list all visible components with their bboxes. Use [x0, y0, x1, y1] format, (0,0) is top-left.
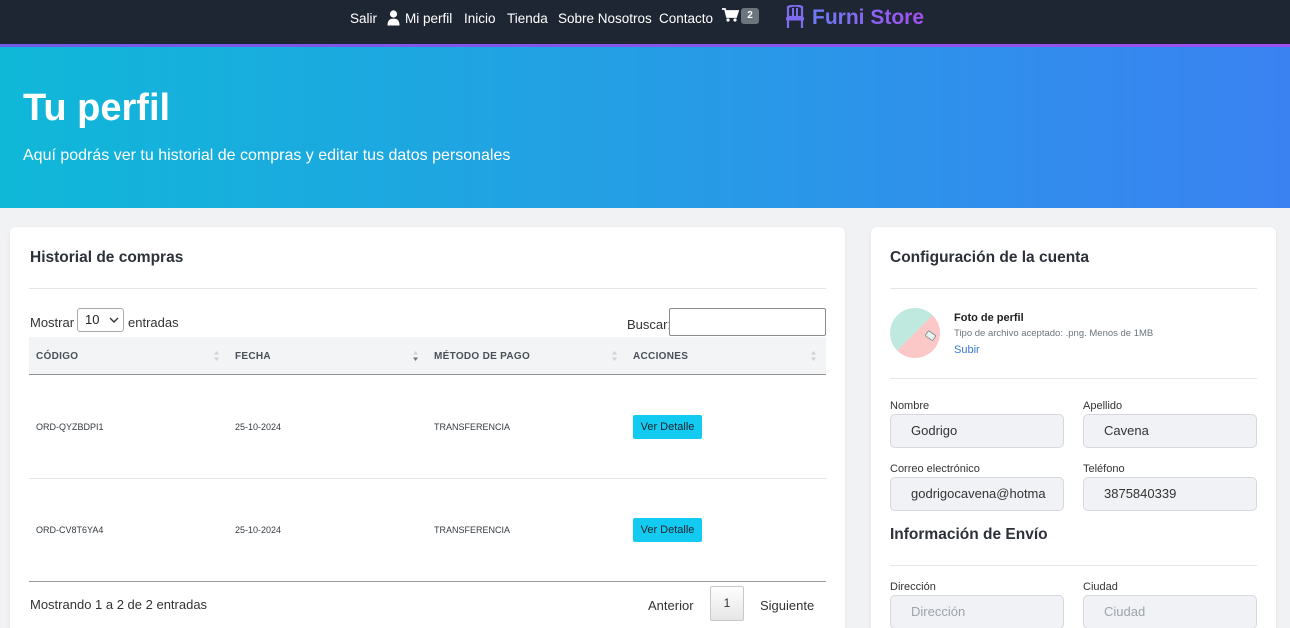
card-divider	[29, 288, 826, 289]
sort-desc-icon[interactable]	[412, 349, 419, 363]
sort-icon[interactable]	[810, 349, 817, 363]
order-date: 25-10-2024	[235, 525, 282, 535]
column-header-actions[interactable]: ACCIONES	[633, 351, 688, 362]
cart-count-badge: 2	[741, 8, 759, 24]
page-size-select[interactable]: 10	[77, 308, 124, 332]
section-divider	[890, 378, 1257, 379]
sort-icon[interactable]	[213, 349, 220, 363]
search-label: Buscar:	[627, 317, 672, 332]
address-label: Dirección	[890, 581, 936, 593]
payment-method: TRANSFERENCIA	[434, 525, 511, 535]
profile-photo-title: Foto de perfil	[954, 312, 1024, 324]
user-icon	[387, 10, 400, 26]
shipping-info-title: Información de Envío	[890, 526, 1048, 543]
profile-photo-hint: Tipo de archivo aceptado: .png. Menos de…	[954, 328, 1154, 339]
search-input[interactable]	[669, 308, 826, 336]
previous-page-button[interactable]: Anterior	[648, 598, 694, 613]
table-row: ORD-QYZBDPI1 25-10-2024 TRANSFERENCIA Ve…	[29, 376, 826, 479]
chair-icon	[786, 5, 804, 28]
nav-home-link[interactable]: Inicio	[464, 11, 496, 26]
page-1-button[interactable]: 1	[710, 586, 744, 621]
email-field[interactable]: godrigocavena@hotma	[890, 477, 1064, 511]
last-name-field[interactable]: Cavena	[1083, 414, 1257, 448]
city-label: Ciudad	[1083, 581, 1118, 593]
section-divider	[890, 565, 1257, 566]
upload-photo-link[interactable]: Subir	[954, 344, 980, 356]
first-name-field[interactable]: Godrigo	[890, 414, 1064, 448]
brand-name[interactable]: Furni Store	[812, 6, 924, 30]
order-code: ORD-CV8T6YA4	[36, 525, 104, 535]
last-name-label: Apellido	[1083, 400, 1123, 412]
phone-field[interactable]: 3875840339	[1083, 477, 1257, 511]
view-detail-button[interactable]: Ver Detalle	[633, 415, 702, 439]
account-settings-title: Configuración de la cuenta	[890, 249, 1089, 266]
payment-method: TRANSFERENCIA	[434, 422, 511, 432]
column-header-code[interactable]: CÓDIGO	[36, 351, 78, 362]
view-detail-button[interactable]: Ver Detalle	[633, 518, 702, 542]
sort-icon[interactable]	[611, 349, 618, 363]
cart-icon[interactable]	[722, 8, 739, 22]
nav-profile-link[interactable]: Mi perfil	[405, 11, 452, 26]
show-entries-label: Mostrar	[30, 315, 75, 330]
nav-shop-link[interactable]: Tienda	[507, 11, 548, 26]
page-title: Tu perfil	[23, 87, 171, 129]
order-code: ORD-QYZBDPI1	[36, 422, 104, 432]
purchase-history-card: Historial de compras Mostrar 10 entradas…	[10, 227, 845, 628]
column-header-date[interactable]: FECHA	[235, 351, 271, 362]
order-date: 25-10-2024	[235, 422, 282, 432]
table-row: ORD-CV8T6YA4 25-10-2024 TRANSFERENCIA Ve…	[29, 479, 826, 582]
nav-logout-link[interactable]: Salir	[350, 11, 377, 26]
image-placeholder-icon	[925, 330, 937, 341]
email-label: Correo electrónico	[890, 463, 980, 475]
address-field[interactable]: Dirección	[890, 595, 1064, 628]
table-info: Mostrando 1 a 2 de 2 entradas	[30, 597, 208, 612]
profile-hero: Tu perfil Aquí podrás ver tu historial d…	[0, 47, 1290, 208]
nav-contact-link[interactable]: Contacto	[659, 11, 713, 26]
column-header-payment[interactable]: MÉTODO DE PAGO	[434, 351, 530, 362]
account-settings-card: Configuración de la cuenta Foto de perfi…	[871, 227, 1276, 628]
nav-about-link[interactable]: Sobre Nosotros	[558, 11, 652, 26]
purchase-history-title: Historial de compras	[30, 249, 184, 266]
top-navbar: Salir Mi perfil Inicio Tienda Sobre Noso…	[0, 0, 1290, 44]
entries-label: entradas	[128, 315, 179, 330]
chevron-down-icon	[109, 317, 119, 323]
table-header: CÓDIGO FECHA MÉTODO DE PAGO ACCIONES	[29, 337, 826, 375]
next-page-button[interactable]: Siguiente	[760, 598, 814, 613]
table-footer-line	[29, 581, 826, 582]
phone-label: Teléfono	[1083, 463, 1125, 475]
page-size-value: 10	[85, 312, 100, 327]
page-subtitle: Aquí podrás ver tu historial de compras …	[23, 147, 511, 164]
first-name-label: Nombre	[890, 400, 930, 412]
card-divider	[890, 288, 1257, 289]
avatar[interactable]	[890, 308, 940, 358]
city-field[interactable]: Ciudad	[1083, 595, 1257, 628]
